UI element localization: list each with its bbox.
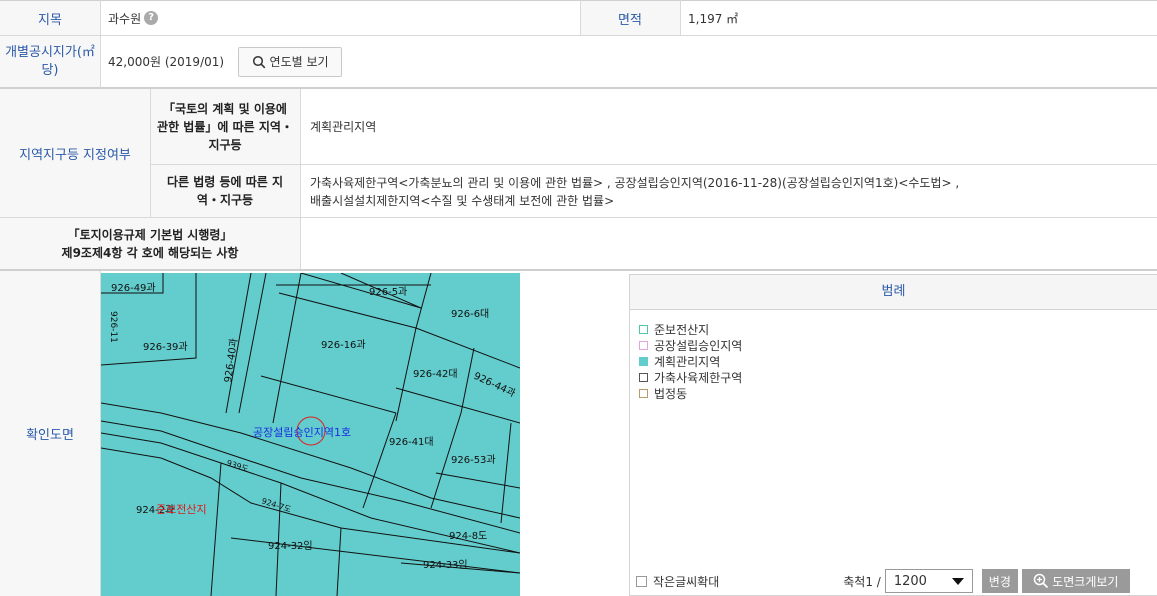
parcel-map[interactable]: 926-49과 926-5과 926-6대 926-39과 926-16과 92…: [101, 273, 520, 596]
legend-title: 범례: [630, 275, 1157, 310]
price-value-cell: 42,000원 (2019/01) 연도별 보기: [100, 36, 1157, 87]
legend-item: 가축사육제한구역: [639, 369, 1157, 385]
legend-item: 계획관리지역: [639, 353, 1157, 369]
national-law-value: 계획관리지역: [310, 120, 377, 134]
zoom-in-icon: [1033, 573, 1049, 589]
scale-change-label: 변경: [988, 574, 1011, 589]
small-text-checkbox[interactable]: [636, 575, 647, 587]
national-law-label: 「국토의 계획 및 이용에 관한 법률」에 따른 지역・지구등: [150, 89, 300, 164]
jimok-label: 지목: [0, 1, 100, 35]
map-overlay-blue: 공장설립승인지역1호: [253, 426, 351, 439]
legend-swatch: [639, 356, 648, 366]
map-parcel-label: 924-32임: [268, 539, 313, 552]
legend-item: 공장설립승인지역: [639, 337, 1157, 353]
other-law-label: 다른 법령 등에 따른 지역・지구등: [150, 165, 300, 217]
enlarge-map-label: 도면크게보기: [1052, 574, 1119, 589]
legend-item-label: 법정동: [654, 386, 688, 401]
other-law-value-line1: 가축사육제한구역<가축분뇨의 관리 및 이용에 관한 법률> , 공장설립승인지…: [310, 176, 960, 190]
price-label: 개별공시지가(㎡당): [0, 36, 100, 87]
year-view-button[interactable]: 연도별 보기: [238, 46, 343, 77]
zoning-section-label: 지역지구등 지정여부: [0, 89, 150, 217]
year-view-label: 연도별 보기: [269, 55, 329, 69]
map-parcel-label: 926-39과: [143, 341, 188, 353]
legend-swatch: [639, 340, 648, 350]
map-parcel-label: 926-41대: [389, 436, 434, 448]
legend-swatch: [639, 372, 648, 382]
help-question-icon[interactable]: ?: [144, 11, 159, 25]
decree-value: [300, 218, 1157, 269]
scale-change-button[interactable]: 변경: [981, 569, 1018, 593]
legend-item-label: 가축사육제한구역: [654, 370, 743, 385]
jimok-value-cell: 과수원 ?: [100, 1, 580, 35]
small-text-label: 작은글씨확대: [653, 574, 720, 589]
decree-label: 「토지이용규제 기본법 시행령」 제9조제4항 각 호에 해당되는 사항: [0, 218, 300, 269]
area-value: 1,197 ㎡: [688, 11, 739, 26]
legend-footer: 작은글씨확대 축척1 / 1200 변경 도면크게보기: [630, 566, 1157, 596]
price-value: 42,000원 (2019/01): [108, 55, 225, 69]
jimok-value: 과수원: [108, 11, 142, 26]
map-parcel-label: 926-5과: [369, 286, 407, 298]
legend-swatch: [639, 388, 648, 398]
area-label: 면적: [580, 1, 680, 35]
decree-label-line2: 제9조제4항 각 호에 해당되는 사항: [61, 245, 239, 260]
scale-label: 축척1 /: [843, 574, 881, 589]
scale-value: 1200: [893, 573, 927, 589]
map-parcel-label: 924-33임: [423, 558, 468, 571]
legend-item-label: 준보전산지: [654, 322, 710, 337]
scale-select[interactable]: 1200: [884, 569, 973, 593]
search-icon: [252, 55, 265, 68]
other-law-value: 가축사육제한구역<가축분뇨의 관리 및 이용에 관한 법률> , 공장설립승인지…: [300, 165, 1157, 217]
legend-item: 법정동: [639, 385, 1157, 401]
map-parcel-label: 926-11: [108, 311, 118, 343]
map-section-label: 확인도면: [0, 271, 100, 596]
legend-swatch: [639, 324, 648, 334]
enlarge-map-button[interactable]: 도면크게보기: [1021, 569, 1130, 593]
other-law-value-line2: 배출시설설치제한지역<수질 및 수생태계 보전에 관한 법률>: [310, 194, 615, 208]
parcel-map-svg: 926-49과 926-5과 926-6대 926-39과 926-16과 92…: [101, 273, 520, 596]
map-parcel-label: 924-8도: [449, 531, 487, 542]
map-overlay-red: 준보전산지: [156, 503, 207, 516]
legend-panel: 범례 준보전산지 공장설립승인지역 계획관리지역 가축사육제한구역 법정동: [629, 274, 1157, 596]
legend-item-label: 공장설립승인지역: [654, 338, 743, 353]
legend-item-label: 계획관리지역: [654, 354, 721, 369]
map-parcel-label: 926-16과: [321, 339, 366, 351]
legend-item: 준보전산지: [639, 321, 1157, 337]
decree-label-line1: 「토지이용규제 기본법 시행령」: [67, 227, 233, 242]
map-parcel-label: 926-6대: [451, 308, 489, 320]
map-parcel-label: 926-53과: [451, 454, 496, 466]
legend-list: 준보전산지 공장설립승인지역 계획관리지역 가축사육제한구역 법정동: [630, 310, 1157, 401]
map-parcel-label: 926-49과: [111, 282, 156, 294]
dropdown-arrow-icon: [951, 577, 964, 585]
map-parcel-label: 926-42대: [413, 368, 458, 380]
